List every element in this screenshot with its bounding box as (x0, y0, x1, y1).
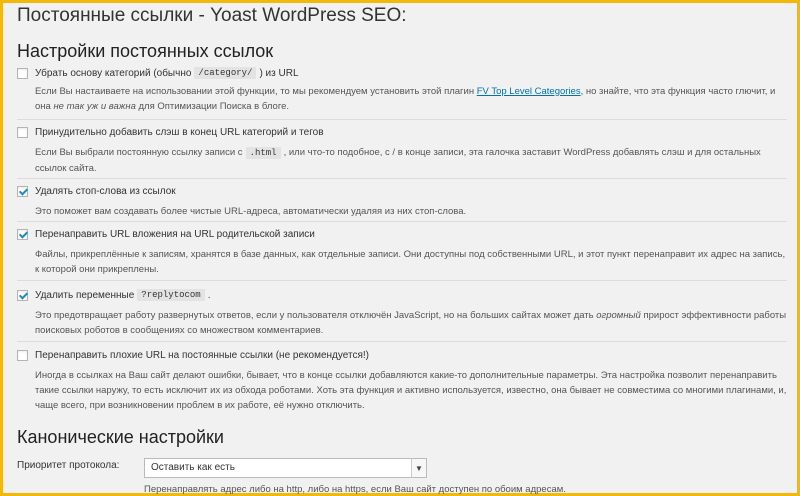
protocol-select[interactable]: Оставить как есть ▼ (144, 458, 427, 478)
option-label: Удалять стоп-слова из ссылок (35, 185, 176, 197)
option-trailing-slash: Принудительно добавить слэш в конец URL … (17, 123, 787, 176)
option-description: Если Вы настаиваете на использовании это… (35, 86, 776, 112)
option-redirect-attachments: Перенаправить URL вложения на URL родите… (17, 225, 787, 277)
divider (17, 280, 787, 281)
option-remove-replytocom: Удалить переменные ?replytocom . Это пре… (17, 286, 787, 338)
chevron-down-icon[interactable]: ▼ (411, 459, 426, 477)
section-title-permalinks: Настройки постоянных ссылок (17, 41, 274, 61)
fv-top-level-categories-link[interactable]: FV Top Level Categories (477, 86, 581, 97)
checkbox-remove-replytocom[interactable] (17, 289, 28, 301)
option-description: Файлы, прикреплённые к записям, хранятся… (35, 249, 786, 275)
option-description: Иногда в ссылках на Ваш сайт делают ошиб… (35, 370, 787, 411)
protocol-description: Перенаправлять адрес либо на http, либо … (144, 484, 566, 495)
divider (17, 341, 787, 342)
option-description: Это предотвращает работу развернутых отв… (35, 310, 787, 336)
section-title-canonical: Канонические настройки (17, 427, 224, 447)
protocol-selected-value: Оставить как есть (151, 462, 235, 473)
option-label: Удалить переменные (35, 289, 135, 301)
divider (17, 178, 787, 179)
checkbox-remove-stopwords[interactable] (17, 185, 28, 197)
option-label: Принудительно добавить слэш в конец URL … (35, 126, 324, 138)
option-strip-category-base: Убрать основу категорий (обычно /categor… (17, 64, 787, 114)
protocol-label: Приоритет протокола: (17, 460, 120, 471)
option-code: /category/ (194, 67, 257, 79)
option-label-after: ) из URL (259, 67, 299, 79)
checkbox-strip-category-base[interactable] (17, 67, 28, 79)
divider (17, 221, 787, 222)
checkbox-redirect-attachments[interactable] (17, 228, 28, 240)
checkbox-redirect-ugly-urls[interactable] (17, 349, 28, 361)
checkbox-trailing-slash[interactable] (17, 126, 28, 138)
divider (17, 119, 787, 120)
page-title: Постоянные ссылки - Yoast WordPress SEO: (17, 5, 407, 26)
option-remove-stopwords: Удалять стоп-слова из ссылок Это поможет… (17, 182, 787, 219)
option-description: Если Вы выбрали постоянную ссылку записи… (35, 147, 761, 174)
option-description: Это поможет вам создавать более чистые U… (35, 206, 467, 217)
option-label-after: . (207, 289, 211, 301)
option-label: Убрать основу категорий (обычно (35, 67, 192, 79)
option-label: Перенаправить URL вложения на URL родите… (35, 228, 315, 240)
option-code: ?replytocom (137, 289, 205, 301)
option-label: Перенаправить плохие URL на постоянные с… (35, 349, 369, 361)
option-redirect-ugly-urls: Перенаправить плохие URL на постоянные с… (17, 346, 787, 413)
